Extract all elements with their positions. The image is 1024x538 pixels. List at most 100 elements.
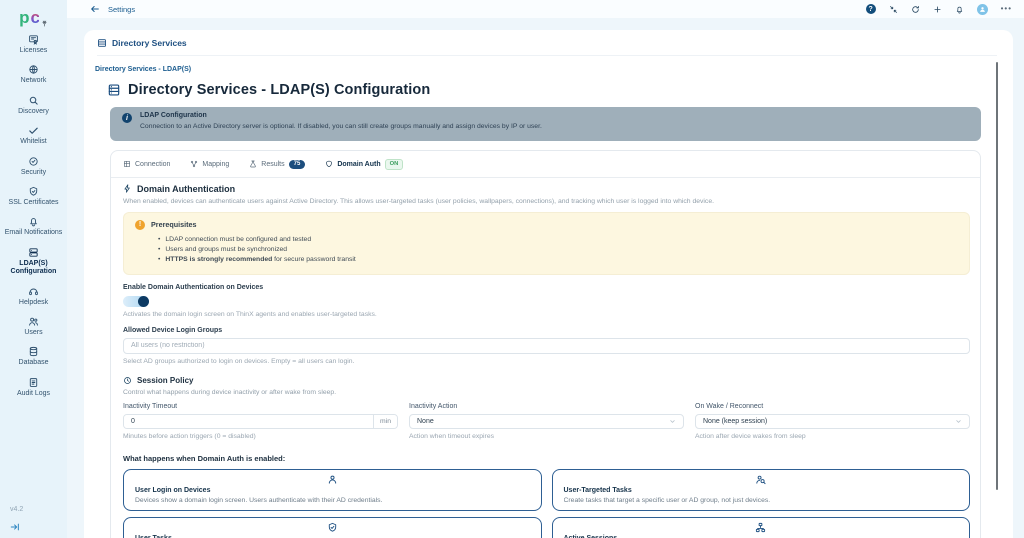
sidebar-item-whitelist[interactable]: Whitelist (0, 121, 67, 151)
sidebar-item-network[interactable]: Network (0, 60, 67, 90)
topbar-actions: ? ••• (865, 3, 1012, 15)
sidebar-item-ldap-configuration[interactable]: LDAP(S) Configuration (0, 243, 67, 282)
domain-auth-shield-icon (325, 160, 333, 168)
enable-domain-auth-toggle[interactable] (123, 295, 149, 307)
tab-label: Mapping (202, 160, 230, 168)
sidebar-item-label: Discovery (18, 107, 49, 115)
clock-icon (123, 376, 132, 385)
sidebar-item-helpdesk[interactable]: Helpdesk (0, 282, 67, 312)
sidebar-item-label: Users (24, 328, 43, 336)
app-window: pc Licenses Network Discovery Whitelist (0, 0, 1024, 538)
bell-icon (28, 216, 39, 227)
sidebar-item-discovery[interactable]: Discovery (0, 91, 67, 121)
tab-mapping[interactable]: Mapping (190, 160, 229, 168)
tab-label: Connection (135, 160, 171, 168)
sidebar-item-licenses[interactable]: Licenses (0, 30, 67, 60)
section-header-title: Directory Services (112, 38, 187, 48)
inactivity-action-select[interactable]: None (409, 413, 684, 429)
tab-results[interactable]: Results 75 (249, 159, 306, 170)
feature-title: User Tasks (135, 535, 530, 538)
chevron-down-icon (955, 418, 962, 425)
info-icon: i (122, 113, 132, 123)
prerequisites-title: Prerequisites (151, 220, 197, 230)
select-value: None (keep session) (703, 417, 768, 425)
server-icon (28, 247, 39, 258)
topbar: Settings ? ••• (67, 0, 1024, 18)
content-scrollbar[interactable] (996, 62, 998, 490)
field-label: Inactivity Timeout (123, 402, 178, 410)
page-title: Directory Services - LDAP(S) Configurati… (128, 82, 431, 98)
breadcrumb[interactable]: Directory Services - LDAP(S) (95, 66, 1013, 73)
user-icon (135, 474, 530, 485)
on-wake-select[interactable]: None (keep session) (695, 413, 970, 429)
feature-card-user-login: User Login on Devices Devices show a dom… (123, 468, 542, 511)
sidebar-item-label: Helpdesk (18, 298, 49, 306)
feature-card-user-tasks: User Tasks USB policies, wallpapers, and… (123, 516, 542, 538)
headset-icon (28, 286, 39, 297)
inactivity-timeout-input[interactable] (124, 414, 374, 428)
on-wake-field: On Wake / Reconnect None (keep session) … (695, 403, 970, 440)
chevron-down-icon (669, 418, 676, 425)
domain-auth-on-badge: ON (384, 159, 404, 170)
sidebar-expand-button[interactable] (10, 522, 23, 532)
sidebar-item-users[interactable]: Users (0, 312, 67, 342)
sidebar-item-label: Licenses (19, 47, 48, 54)
session-policy-description: Control what happens during device inact… (123, 388, 337, 396)
notifications-bell-icon[interactable] (955, 5, 964, 14)
session-policy-heading: Session Policy (123, 376, 968, 385)
license-icon (28, 34, 39, 45)
feature-title: User Login on Devices (135, 486, 211, 494)
connection-icon (123, 160, 131, 168)
sidebar-item-security[interactable]: Security (0, 152, 67, 182)
back-button[interactable]: Settings (90, 4, 135, 14)
server-list-icon (107, 83, 121, 97)
sidebar-item-email-notifications[interactable]: Email Notifications (0, 212, 67, 242)
session-policy-title: Session Policy (137, 375, 194, 385)
tab-label: Domain Auth (337, 160, 381, 168)
prerequisites-list: LDAP connection must be configured and t… (158, 235, 958, 266)
field-helper: Action after device wakes from sleep (695, 432, 806, 440)
field-helper: Action when timeout expires (409, 432, 495, 440)
sidebar-item-label: Database (18, 359, 49, 367)
database-icon (28, 346, 39, 357)
content-panel: Directory Services Directory Services - … (84, 30, 1013, 538)
tab-domain-auth[interactable]: Domain Auth ON (325, 159, 404, 170)
sidebar-footer: v4.2 (10, 506, 23, 532)
enable-domain-auth-label: Enable Domain Authentication on Devices (123, 283, 264, 291)
sidebar-item-audit-logs[interactable]: Audit Logs (0, 373, 67, 403)
allowed-groups-input[interactable] (123, 337, 970, 354)
results-count-badge: 75 (288, 159, 306, 170)
collapse-icon[interactable] (889, 5, 898, 14)
feature-title: Active Sessions (564, 535, 959, 538)
back-arrow-icon (90, 4, 100, 14)
sidebar-item-label: Audit Logs (16, 389, 51, 397)
certificate-shield-icon (28, 186, 39, 197)
refresh-icon[interactable] (911, 5, 920, 14)
tab-connection[interactable]: Connection (123, 160, 170, 168)
app-logo[interactable]: pc (19, 4, 48, 28)
help-icon[interactable]: ? (865, 4, 876, 14)
inactivity-timeout-field: Inactivity Timeout min Minutes before ac… (123, 403, 398, 440)
audit-log-icon (28, 377, 39, 388)
features-heading: What happens when Domain Auth is enabled… (123, 453, 286, 463)
check-icon (28, 125, 39, 136)
feature-card-active-sessions: Active Sessions See which user is logged… (551, 516, 970, 538)
banner-title: LDAP Configuration (140, 112, 207, 119)
sidebar: pc Licenses Network Discovery Whitelist (0, 0, 67, 538)
prerequisites-box: ! Prerequisites LDAP connection must be … (123, 211, 970, 275)
users-icon (28, 316, 39, 327)
sidebar-item-database[interactable]: Database (0, 342, 67, 372)
sidebar-item-ssl-certificates[interactable]: SSL Certificates (0, 182, 67, 212)
flask-icon (249, 160, 257, 168)
more-menu-icon[interactable]: ••• (1001, 5, 1012, 13)
field-label: On Wake / Reconnect (695, 402, 764, 410)
minutes-suffix: min (373, 414, 397, 428)
features-grid: User Login on Devices Devices show a dom… (123, 468, 970, 538)
add-icon[interactable] (933, 5, 942, 14)
user-avatar[interactable] (976, 3, 988, 15)
sidebar-item-label: Security (20, 168, 47, 176)
field-helper: Minutes before action triggers (0 = disa… (123, 432, 256, 440)
page-title-row: Directory Services - LDAP(S) Configurati… (107, 82, 1013, 98)
feature-description: Devices show a domain login screen. User… (135, 496, 383, 504)
select-value: None (417, 417, 434, 425)
